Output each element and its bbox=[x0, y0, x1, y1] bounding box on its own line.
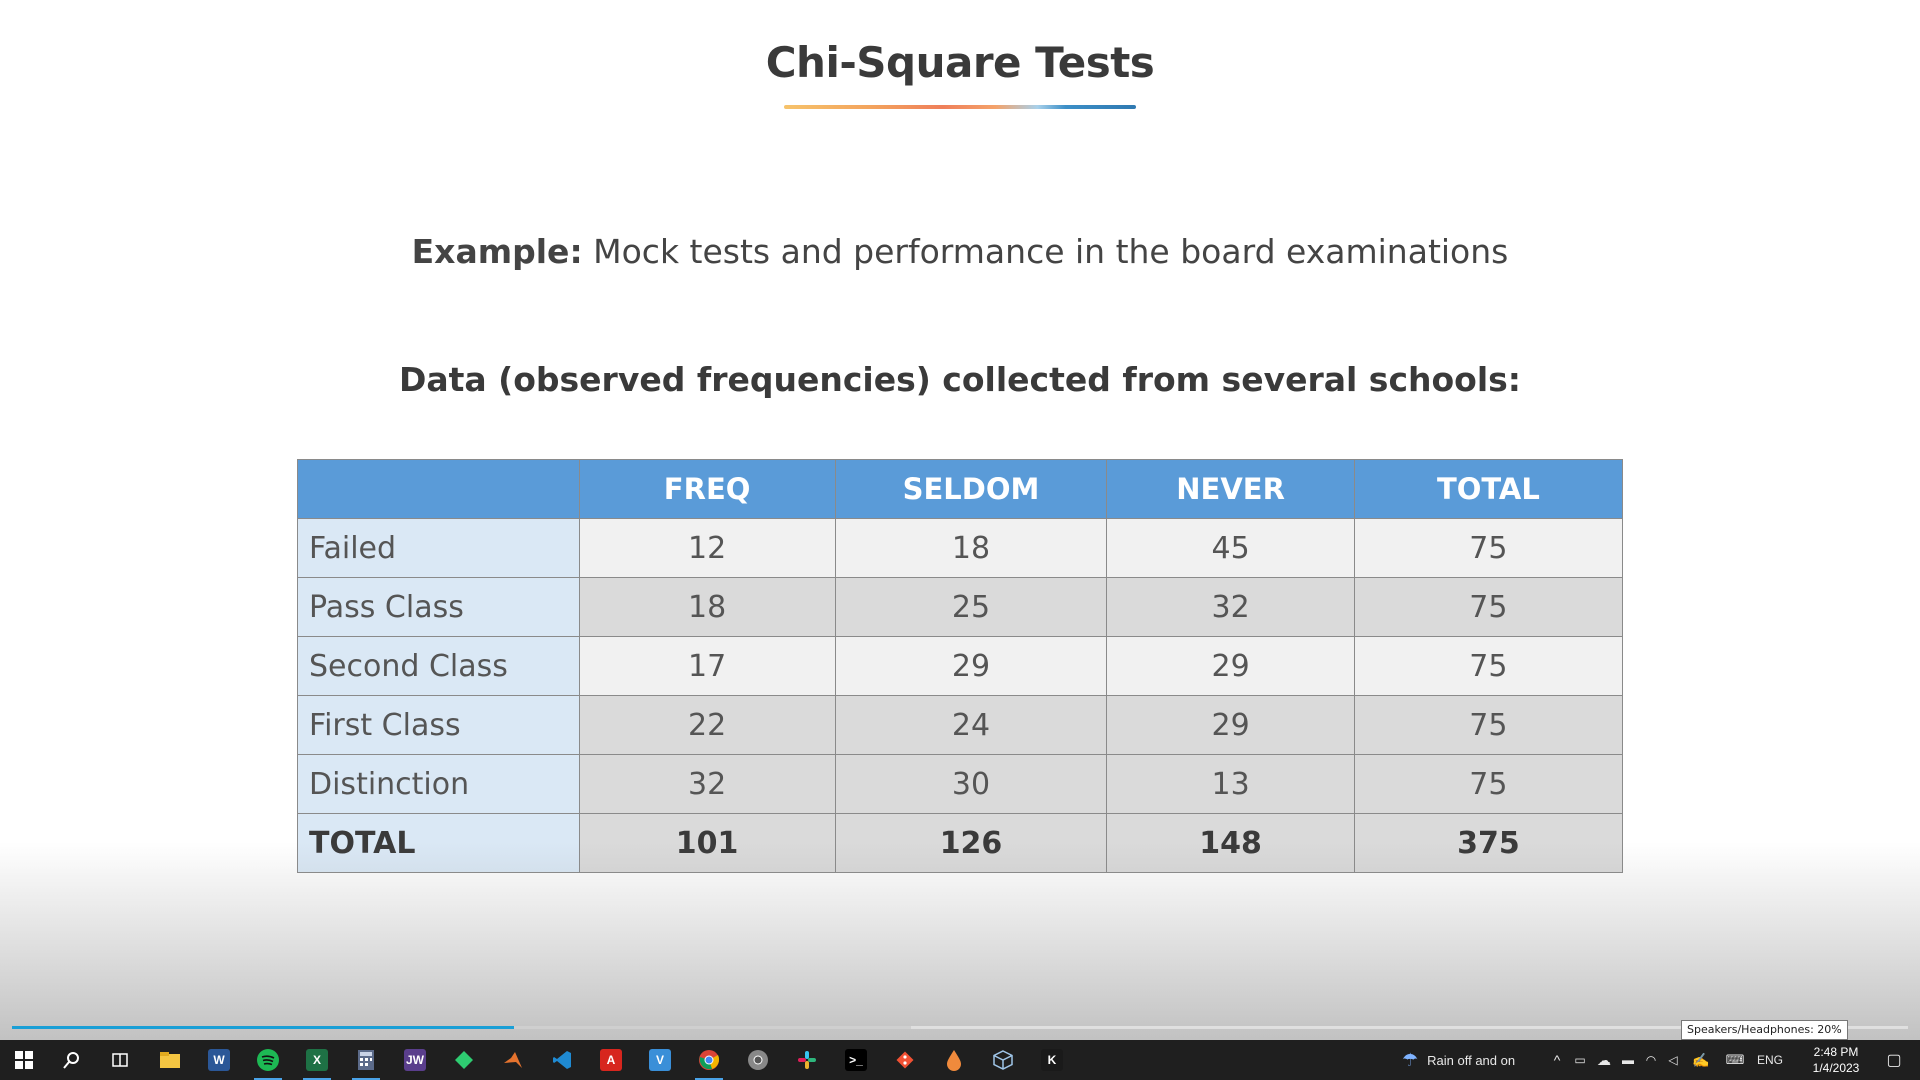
clock[interactable]: 2:48 PM 1/4/2023 bbox=[1802, 1040, 1870, 1080]
calculator-icon[interactable] bbox=[346, 1044, 386, 1080]
table-row: Second Class 17 29 29 75 bbox=[297, 636, 1624, 696]
show-hidden-icons-chevron-icon[interactable]: ^ bbox=[1546, 1052, 1568, 1068]
virtualbox-icon[interactable] bbox=[983, 1044, 1023, 1076]
chrome-dev-icon[interactable] bbox=[738, 1044, 778, 1076]
clock-date: 1/4/2023 bbox=[1812, 1061, 1860, 1075]
jw-app-icon[interactable]: JW bbox=[395, 1044, 435, 1076]
volume-tooltip: Speakers/Headphones: 20% bbox=[1681, 1020, 1848, 1040]
taskbar: W X JW A V >_ K ☂ Rain off and on ^ ▭ ☁ ▬ ◠ ◁ … bbox=[0, 1040, 1920, 1080]
touch-keyboard-icon[interactable]: ⌨ bbox=[1718, 1052, 1752, 1068]
file-explorer-icon[interactable] bbox=[150, 1044, 190, 1076]
table-cell: 25 bbox=[834, 577, 1108, 637]
table-cell: 32 bbox=[578, 754, 836, 814]
row-label: First Class bbox=[297, 695, 580, 755]
table-cell: 18 bbox=[578, 577, 836, 637]
table-cell: 17 bbox=[578, 636, 836, 696]
table-row: Failed 12 18 45 75 bbox=[297, 518, 1624, 578]
example-label: Example: bbox=[411, 232, 583, 271]
clock-time: 2:48 PM bbox=[1813, 1045, 1859, 1059]
meet-now-icon[interactable]: ▭ bbox=[1568, 1053, 1592, 1067]
table-caption: Data (observed frequencies) collected fr… bbox=[398, 360, 1522, 399]
table-cell: 75 bbox=[1353, 518, 1624, 578]
table-cell: 30 bbox=[834, 754, 1108, 814]
video-progress-bar[interactable] bbox=[12, 1026, 1908, 1029]
k-app-icon[interactable]: K bbox=[1032, 1044, 1072, 1076]
task-view-icon[interactable] bbox=[100, 1044, 140, 1076]
table-row: First Class 22 24 29 75 bbox=[297, 695, 1624, 755]
table-cell: 75 bbox=[1353, 754, 1624, 814]
header-cell: TOTAL bbox=[1353, 459, 1624, 519]
row-label: Failed bbox=[297, 518, 580, 578]
table-cell: 75 bbox=[1353, 577, 1624, 637]
table-cell: 18 bbox=[834, 518, 1108, 578]
table-cell: 75 bbox=[1353, 695, 1624, 755]
header-cell bbox=[297, 459, 580, 519]
git-icon[interactable] bbox=[885, 1044, 925, 1076]
table-cell: 29 bbox=[1106, 695, 1355, 755]
table-cell: 13 bbox=[1106, 754, 1355, 814]
slide-title: Chi-Square Tests bbox=[765, 38, 1155, 87]
table-cell: 12 bbox=[578, 518, 836, 578]
vs-app-icon[interactable]: V bbox=[640, 1044, 680, 1076]
table-cell: 29 bbox=[1106, 636, 1355, 696]
row-label: Second Class bbox=[297, 636, 580, 696]
example-text: Mock tests and performance in the board … bbox=[593, 232, 1509, 271]
search-icon[interactable] bbox=[52, 1044, 92, 1076]
table-row: Pass Class 18 25 32 75 bbox=[297, 577, 1624, 637]
player-controls-shade bbox=[0, 842, 1920, 1046]
vscode-icon[interactable] bbox=[542, 1044, 582, 1076]
table-row: Distinction 32 30 13 75 bbox=[297, 754, 1624, 814]
excel-icon[interactable]: X bbox=[297, 1044, 337, 1080]
row-label: Pass Class bbox=[297, 577, 580, 637]
example-line: Example: Mock tests and performance in t… bbox=[0, 232, 1920, 271]
pen-ink-icon[interactable]: ✍ bbox=[1684, 1052, 1718, 1069]
table-cell: 45 bbox=[1106, 518, 1355, 578]
header-cell: SELDOM bbox=[834, 459, 1108, 519]
terminal-icon[interactable]: >_ bbox=[836, 1044, 876, 1076]
row-label: Distinction bbox=[297, 754, 580, 814]
wifi-icon[interactable]: ◠ bbox=[1640, 1053, 1662, 1067]
header-cell: FREQ bbox=[578, 459, 836, 519]
table-header-row: FREQ SELDOM NEVER TOTAL bbox=[297, 459, 1624, 519]
windows-start-icon[interactable] bbox=[4, 1044, 44, 1076]
table-cell: 32 bbox=[1106, 577, 1355, 637]
battery-icon[interactable]: ▬ bbox=[1616, 1053, 1640, 1067]
language-indicator[interactable]: ENG bbox=[1752, 1053, 1788, 1067]
weather-widget[interactable]: ☂ Rain off and on bbox=[1402, 1040, 1515, 1080]
table-cell: 24 bbox=[834, 695, 1108, 755]
title-underline bbox=[784, 105, 1136, 109]
onedrive-cloud-icon[interactable]: ☁ bbox=[1592, 1052, 1616, 1069]
acrobat-icon[interactable]: A bbox=[591, 1044, 631, 1076]
table-cell: 22 bbox=[578, 695, 836, 755]
speaker-volume-icon[interactable]: ◁ bbox=[1662, 1053, 1684, 1067]
matlab-icon[interactable] bbox=[493, 1044, 533, 1076]
frequency-table: FREQ SELDOM NEVER TOTAL Failed 12 18 45 … bbox=[297, 459, 1624, 873]
chrome-icon[interactable] bbox=[689, 1044, 729, 1080]
spotify-icon[interactable] bbox=[248, 1044, 288, 1080]
tray-icons: ^ ▭ ☁ ▬ ◠ ◁ ✍ ⌨ ENG bbox=[1546, 1040, 1788, 1080]
slack-icon[interactable] bbox=[787, 1044, 827, 1076]
header-cell: NEVER bbox=[1106, 459, 1355, 519]
kite-app-icon[interactable] bbox=[444, 1044, 484, 1076]
weather-text: Rain off and on bbox=[1427, 1052, 1516, 1068]
table-cell: 29 bbox=[834, 636, 1108, 696]
progress-played bbox=[12, 1026, 515, 1029]
word-icon[interactable]: W bbox=[199, 1044, 239, 1076]
weather-rain-icon: ☂ bbox=[1402, 1049, 1419, 1070]
notification-center-icon[interactable]: ▢ bbox=[1872, 1040, 1916, 1080]
table-cell: 75 bbox=[1353, 636, 1624, 696]
paint-drop-icon[interactable] bbox=[934, 1044, 974, 1076]
